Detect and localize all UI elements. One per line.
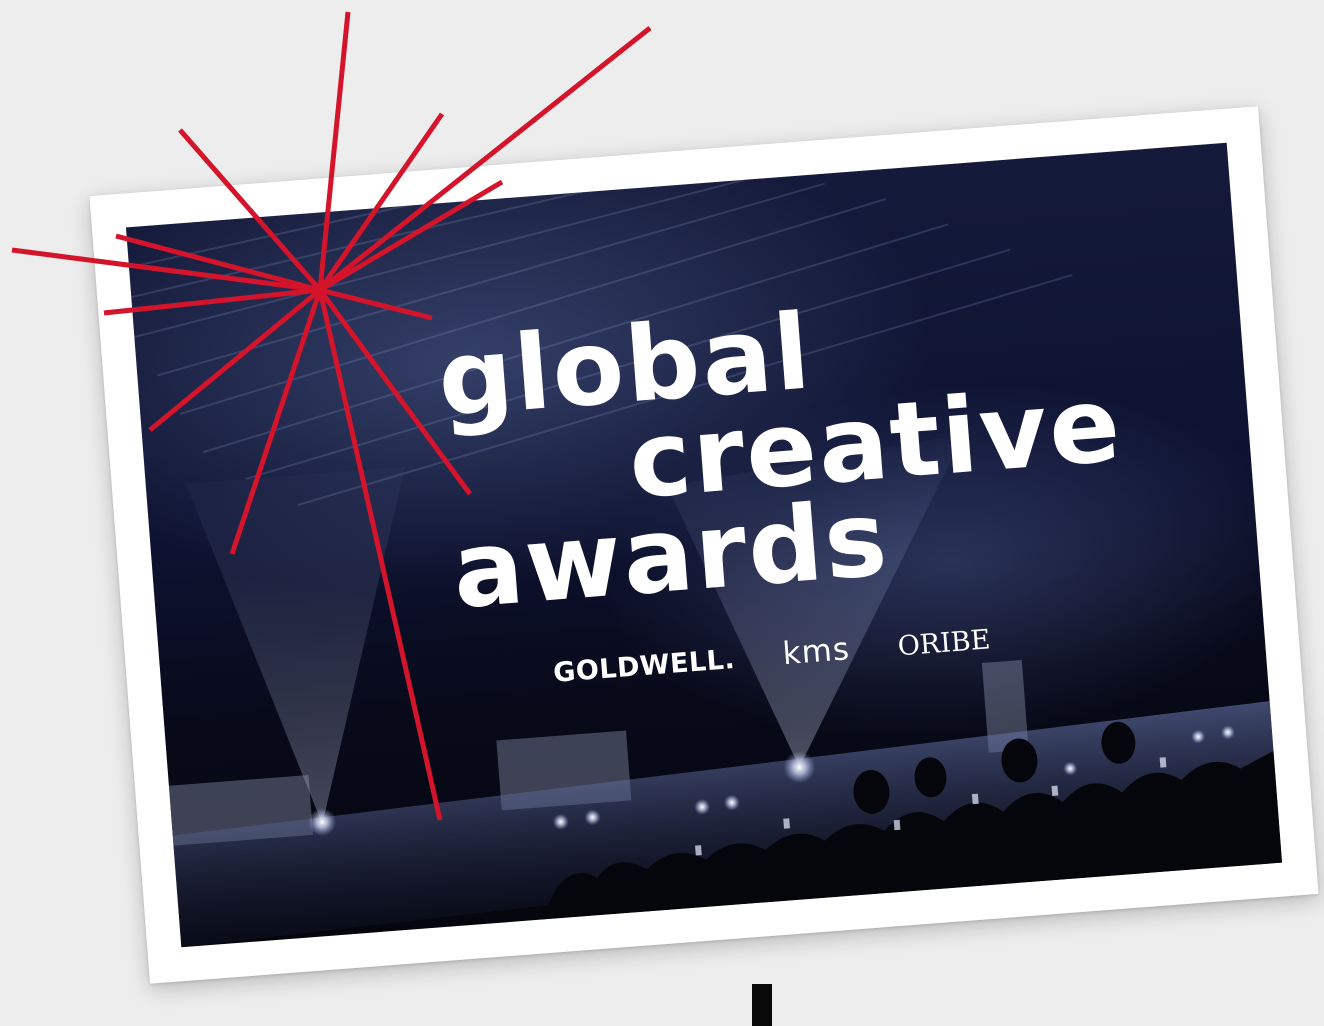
page: global creative awards GOLDWELL. kms ORI… <box>0 0 1324 1026</box>
kms-logo: kms <box>781 631 852 673</box>
left-beam <box>185 466 406 825</box>
oribe-logo: ORIBE <box>896 624 992 663</box>
bottom-mark <box>752 984 772 1026</box>
event-photo: global creative awards GOLDWELL. kms ORI… <box>125 142 1283 948</box>
postcard: global creative awards GOLDWELL. kms ORI… <box>89 106 1319 984</box>
event-title: global creative awards <box>434 280 1132 632</box>
